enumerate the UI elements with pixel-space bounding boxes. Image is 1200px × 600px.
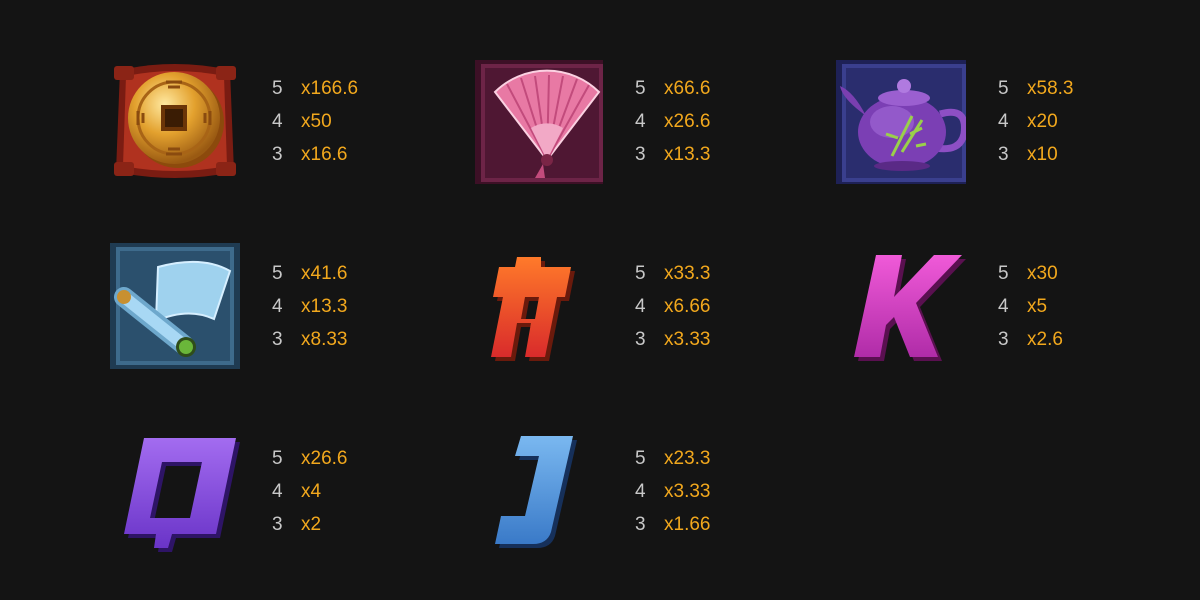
multiplier: x4: [301, 481, 322, 502]
payout-list: 5 x66.6 4 x26.6 3 x13.3: [635, 72, 710, 171]
payout-row: 4 x4: [272, 475, 347, 508]
match-count: 3: [635, 514, 646, 535]
payout-row: 5 x33.3: [635, 257, 710, 290]
payout-row: 5 x23.3: [635, 442, 710, 475]
payout-row: 3 x2.6: [998, 323, 1063, 356]
payout-row: 5 x58.3: [998, 72, 1073, 105]
multiplier: x50: [301, 111, 332, 132]
payout-row: 4 x20: [998, 105, 1073, 138]
match-count: 3: [635, 329, 646, 350]
match-count: 4: [272, 296, 283, 317]
payout-row: 3 x16.6: [272, 138, 358, 171]
multiplier: x166.6: [301, 78, 359, 99]
payout-row: 3 x3.33: [635, 323, 710, 356]
coin-icon: [110, 56, 240, 186]
payout-row: 5 x166.6: [272, 72, 358, 105]
multiplier: x66.6: [664, 78, 711, 99]
payout-list: 5 x33.3 4 x6.66 3 x3.33: [635, 257, 710, 356]
letter-k-icon: [836, 241, 966, 371]
payout-row: 3 x1.66: [635, 508, 710, 541]
multiplier: x16.6: [301, 144, 348, 165]
paytable-entry-scroll: 5 x41.6 4 x13.3 3 x8.33: [110, 241, 410, 371]
match-count: 5: [998, 263, 1009, 284]
match-count: 5: [272, 78, 283, 99]
fan-icon: [473, 56, 603, 186]
multiplier: x23.3: [664, 448, 711, 469]
multiplier: x33.3: [664, 263, 711, 284]
match-count: 3: [272, 514, 283, 535]
match-count: 4: [635, 111, 646, 132]
match-count: 3: [272, 144, 283, 165]
payout-row: 4 x50: [272, 105, 358, 138]
letter-j-icon: [473, 426, 603, 556]
match-count: 5: [272, 448, 283, 469]
match-count: 5: [635, 78, 646, 99]
payout-row: 5 x26.6: [272, 442, 347, 475]
payout-row: 5 x66.6: [635, 72, 710, 105]
payout-row: 5 x30: [998, 257, 1063, 290]
match-count: 4: [998, 296, 1009, 317]
multiplier: x2.6: [1027, 329, 1063, 350]
match-count: 5: [635, 448, 646, 469]
multiplier: x1.66: [664, 514, 711, 535]
match-count: 4: [272, 481, 283, 502]
scroll-icon: [110, 241, 240, 371]
match-count: 5: [998, 78, 1009, 99]
paytable-entry-fan: 5 x66.6 4 x26.6 3 x13.3: [473, 56, 773, 186]
paytable-entry-a: 5 x33.3 4 x6.66 3 x3.33: [473, 241, 773, 371]
match-count: 3: [272, 329, 283, 350]
paytable-entry-teapot: 5 x58.3 4 x20 3 x10: [836, 56, 1136, 186]
payout-list: 5 x41.6 4 x13.3 3 x8.33: [272, 257, 347, 356]
multiplier: x41.6: [301, 263, 348, 284]
payout-list: 5 x26.6 4 x4 3 x2: [272, 442, 347, 541]
multiplier: x58.3: [1027, 78, 1074, 99]
payout-row: 4 x13.3: [272, 290, 347, 323]
match-count: 5: [272, 263, 283, 284]
payout-list: 5 x30 4 x5 3 x2.6: [998, 257, 1063, 356]
multiplier: x2: [301, 514, 322, 535]
match-count: 4: [272, 111, 283, 132]
teapot-icon: [836, 56, 966, 186]
match-count: 4: [635, 296, 646, 317]
multiplier: x3.33: [664, 329, 711, 350]
multiplier: x26.6: [301, 448, 348, 469]
multiplier: x20: [1027, 111, 1058, 132]
payout-list: 5 x23.3 4 x3.33 3 x1.66: [635, 442, 710, 541]
payout-row: 5 x41.6: [272, 257, 347, 290]
payout-row: 3 x10: [998, 138, 1073, 171]
payout-row: 3 x13.3: [635, 138, 710, 171]
multiplier: x13.3: [664, 144, 711, 165]
paytable-entry-coin: 5 x166.6 4 x50 3 x16.6: [110, 56, 410, 186]
multiplier: x5: [1027, 296, 1048, 317]
payout-row: 3 x8.33: [272, 323, 347, 356]
multiplier: x8.33: [301, 329, 348, 350]
letter-a-icon: [473, 241, 603, 371]
multiplier: x30: [1027, 263, 1058, 284]
payout-row: 4 x5: [998, 290, 1063, 323]
multiplier: x3.33: [664, 481, 711, 502]
paytable-entry-j: 5 x23.3 4 x3.33 3 x1.66: [473, 426, 773, 556]
paytable-entry-q: 5 x26.6 4 x4 3 x2: [110, 426, 410, 556]
payout-row: 4 x3.33: [635, 475, 710, 508]
payout-row: 4 x6.66: [635, 290, 710, 323]
multiplier: x10: [1027, 144, 1058, 165]
payout-row: 3 x2: [272, 508, 347, 541]
match-count: 3: [998, 144, 1009, 165]
match-count: 3: [998, 329, 1009, 350]
multiplier: x13.3: [301, 296, 348, 317]
match-count: 3: [635, 144, 646, 165]
payout-list: 5 x166.6 4 x50 3 x16.6: [272, 72, 358, 171]
match-count: 4: [998, 111, 1009, 132]
payout-list: 5 x58.3 4 x20 3 x10: [998, 72, 1073, 171]
multiplier: x6.66: [664, 296, 711, 317]
paytable-entry-k: 5 x30 4 x5 3 x2.6: [836, 241, 1136, 371]
match-count: 5: [635, 263, 646, 284]
multiplier: x26.6: [664, 111, 711, 132]
payout-row: 4 x26.6: [635, 105, 710, 138]
match-count: 4: [635, 481, 646, 502]
letter-q-icon: [110, 426, 240, 556]
